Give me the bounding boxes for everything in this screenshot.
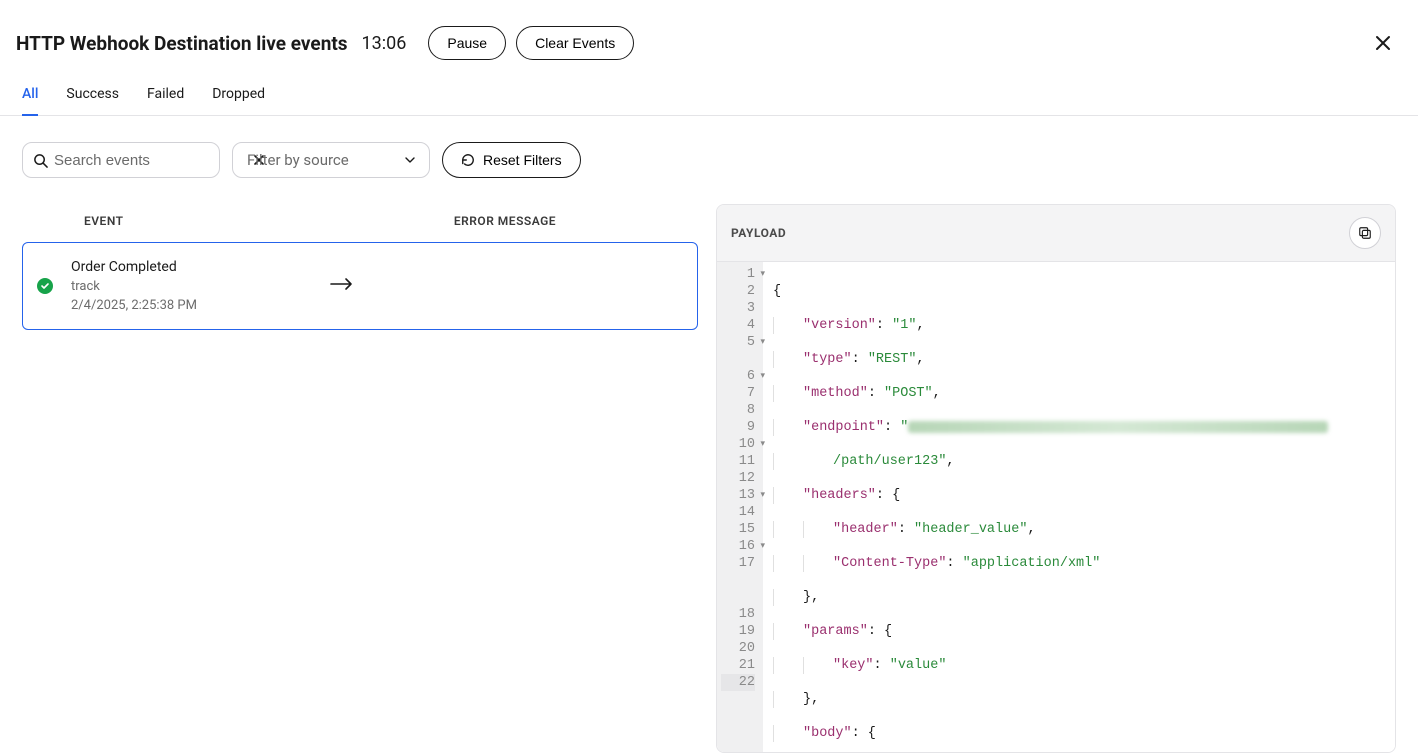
elapsed-time: 13:06 [362, 33, 407, 54]
header-bar: HTTP Webhook Destination live events 13:… [0, 0, 1418, 74]
line-gutter: 1 2 3 4 5 6 7 8 9 10 11 12 13 14 15 16 [717, 262, 763, 752]
copy-payload-button[interactable] [1349, 217, 1381, 249]
event-type: track [71, 279, 311, 294]
status-success-icon [37, 278, 53, 294]
event-meta: Order Completed track 2/4/2025, 2:25:38 … [71, 259, 311, 313]
redacted-endpoint [908, 421, 1328, 433]
tab-success[interactable]: Success [66, 74, 119, 116]
filter-bar: Filter by source Reset Filters [0, 116, 1418, 204]
payload-title: PAYLOAD [731, 226, 786, 240]
search-input[interactable] [54, 152, 253, 169]
payload-panel: PAYLOAD 1 2 3 4 5 6 7 8 9 10 [716, 204, 1396, 753]
event-name: Order Completed [71, 259, 311, 275]
search-field[interactable] [22, 142, 220, 178]
page-title: HTTP Webhook Destination live events [16, 32, 348, 55]
status-tabs: All Success Failed Dropped [0, 74, 1418, 116]
payload-column: PAYLOAD 1 2 3 4 5 6 7 8 9 10 [716, 204, 1396, 753]
column-header-error: ERROR MESSAGE [312, 214, 698, 228]
filter-by-source-select[interactable]: Filter by source [232, 142, 430, 178]
reset-filters-button[interactable]: Reset Filters [442, 142, 581, 178]
clear-events-button[interactable]: Clear Events [516, 26, 634, 60]
event-list-column: EVENT ERROR MESSAGE Order Completed trac… [22, 204, 698, 753]
refresh-icon [461, 153, 475, 167]
tab-failed[interactable]: Failed [147, 74, 184, 116]
payload-code-viewer[interactable]: 1 2 3 4 5 6 7 8 9 10 11 12 13 14 15 16 [717, 262, 1395, 752]
header-actions: Pause Clear Events [428, 26, 634, 60]
reset-filters-label: Reset Filters [483, 152, 562, 168]
close-icon [1374, 34, 1392, 52]
source-select-label: Filter by source [247, 151, 349, 169]
chevron-down-icon [405, 151, 415, 169]
close-button[interactable] [1370, 30, 1396, 56]
copy-icon [1358, 226, 1372, 240]
payload-header: PAYLOAD [717, 205, 1395, 262]
event-list-header: EVENT ERROR MESSAGE [22, 204, 698, 242]
tab-dropped[interactable]: Dropped [212, 74, 265, 116]
arrow-right-icon [329, 277, 355, 295]
event-timestamp: 2/4/2025, 2:25:38 PM [71, 298, 311, 313]
tab-all[interactable]: All [22, 74, 38, 116]
event-row[interactable]: Order Completed track 2/4/2025, 2:25:38 … [22, 242, 698, 330]
column-header-event: EVENT [22, 214, 312, 228]
payload-code: { "version": "1", "type": "REST", "metho… [763, 262, 1395, 752]
search-icon [33, 153, 48, 168]
pause-button[interactable]: Pause [428, 26, 506, 60]
